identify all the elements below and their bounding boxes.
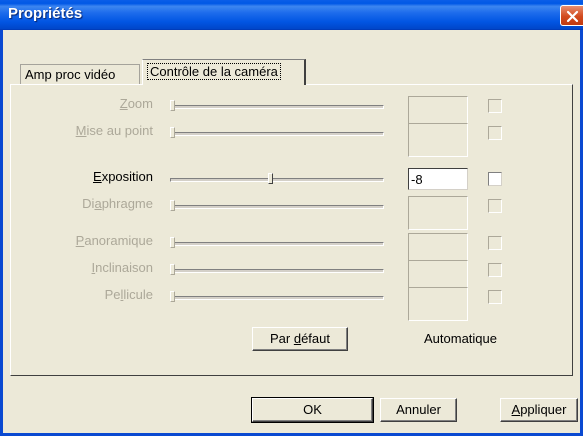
slider-thumb xyxy=(170,100,175,111)
control-label-rest: xposition xyxy=(101,169,153,184)
window-title: Propriétés xyxy=(8,5,83,22)
slider-track xyxy=(170,205,384,209)
slider-thumb[interactable] xyxy=(268,173,273,184)
auto-checkbox xyxy=(488,290,502,304)
default-button-rest: éfaut xyxy=(301,331,330,346)
value-field xyxy=(408,287,468,321)
control-label-rest: oom xyxy=(127,96,153,111)
slider-thumb xyxy=(170,200,175,211)
value-field[interactable]: -8 xyxy=(408,168,468,190)
ok-button[interactable]: OK xyxy=(251,397,374,423)
control-label: Diaphragme xyxy=(82,196,153,211)
close-x-icon xyxy=(566,10,579,23)
slider-track xyxy=(170,242,384,246)
control-label: Pellicule xyxy=(105,287,153,302)
slider-track xyxy=(170,296,384,300)
control-label: Exposition xyxy=(93,169,153,184)
value-field xyxy=(408,196,468,230)
slider-thumb xyxy=(170,127,175,138)
auto-checkbox xyxy=(488,263,502,277)
auto-checkbox xyxy=(488,236,502,250)
default-button-prefix: Par xyxy=(270,331,294,346)
default-button-mnemonic: d xyxy=(293,331,302,346)
slider-track xyxy=(170,269,384,273)
close-button[interactable] xyxy=(560,5,583,26)
control-label-prefix: Di xyxy=(82,196,95,211)
control-label-rest: anoramique xyxy=(84,233,153,248)
control-label-mnemonic: M xyxy=(75,123,87,138)
auto-checkbox[interactable] xyxy=(488,172,502,186)
slider-track xyxy=(170,105,384,109)
tab-camera-control[interactable]: Contrôle de la caméra xyxy=(142,59,306,85)
cancel-button-label: Annuler xyxy=(396,402,441,417)
tab-amp-proc-video[interactable]: Amp proc vidéo xyxy=(20,64,140,84)
slider-track xyxy=(170,132,384,136)
auto-checkbox xyxy=(488,99,502,113)
control-label: Mise au point xyxy=(76,123,153,138)
control-label: Panoramique xyxy=(76,233,153,248)
tab-label: Amp proc vidéo xyxy=(25,67,116,82)
ok-button-label: OK xyxy=(303,402,322,417)
slider-thumb xyxy=(170,237,175,248)
slider-thumb xyxy=(170,291,175,302)
slider-track[interactable] xyxy=(170,178,384,182)
control-label: Inclinaison xyxy=(92,260,153,275)
auto-checkbox xyxy=(488,199,502,213)
title-bar[interactable]: Propriétés xyxy=(0,0,583,30)
default-button[interactable]: Par défaut xyxy=(252,327,348,351)
control-label-rest: phragme xyxy=(101,196,153,211)
control-label-rest: licule xyxy=(123,287,153,302)
cancel-button[interactable]: Annuler xyxy=(380,398,457,422)
window-frame-left xyxy=(0,30,3,436)
value-field xyxy=(408,123,468,157)
automatic-label: Automatique xyxy=(424,331,497,346)
tab-label: Contrôle de la caméra xyxy=(147,63,281,80)
control-label-mnemonic: Z xyxy=(119,96,128,111)
control-label-mnemonic: a xyxy=(94,196,102,211)
slider-thumb xyxy=(170,264,175,275)
control-label-rest: nclinaison xyxy=(95,260,153,275)
apply-button[interactable]: Appliquer xyxy=(500,398,578,422)
control-label: Zoom xyxy=(120,96,153,111)
apply-button-mnemonic: A xyxy=(511,402,521,417)
control-label-prefix: Pe xyxy=(104,287,121,302)
control-label-rest: ise au point xyxy=(86,123,154,138)
apply-button-rest: ppliquer xyxy=(520,402,567,417)
control-label-mnemonic: E xyxy=(93,169,102,184)
auto-checkbox xyxy=(488,126,502,140)
